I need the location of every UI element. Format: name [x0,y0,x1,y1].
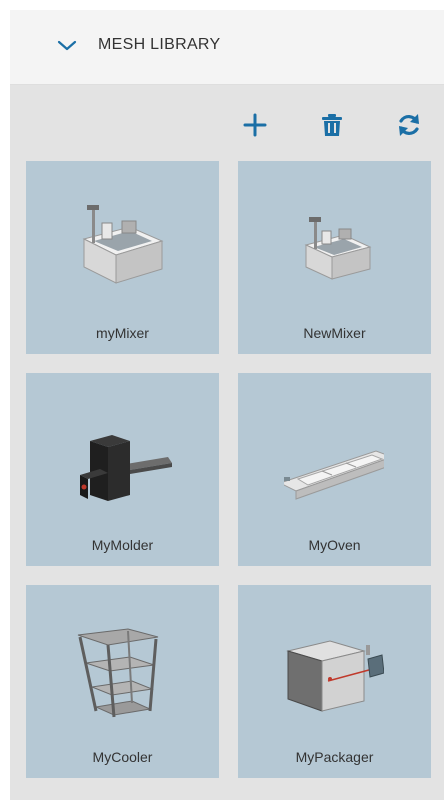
refresh-icon [399,114,419,136]
mesh-card-newmixer[interactable]: NewMixer [238,161,431,354]
mesh-library-header[interactable]: MESH LIBRARY [10,10,444,85]
mesh-card-label: NewMixer [303,325,366,341]
mixer-model-icon [304,217,372,280]
mesh-library-panel: MESH LIBRARY myMixer NewMixer MyMolder M… [10,10,444,800]
mesh-card-mymolder[interactable]: MyMolder [26,373,219,566]
mesh-card-mycooler[interactable]: MyCooler [26,585,219,778]
mesh-card-mypackager[interactable]: MyPackager [238,585,431,778]
mesh-card-label: myMixer [96,325,149,341]
chevron-down-icon[interactable] [55,34,79,58]
packager-model-icon [286,640,384,712]
mesh-card-label: MyMolder [91,537,154,553]
refresh-library-button[interactable] [392,108,426,142]
trash-icon [322,114,342,136]
cooler-rack-model-icon [77,628,159,718]
add-mesh-button[interactable] [238,108,272,142]
mesh-card-myoven[interactable]: MyOven [238,373,431,566]
delete-mesh-button[interactable] [315,108,349,142]
oven-model-icon [284,450,384,500]
plus-icon [243,113,267,137]
mesh-card-label: MyOven [308,537,361,553]
molder-model-icon [80,435,172,501]
library-toolbar [10,108,444,142]
mixer-model-icon [82,205,164,284]
mesh-card-label: MyPackager [295,749,374,765]
mesh-card-mymixer[interactable]: myMixer [26,161,219,354]
mesh-card-label: MyCooler [92,749,153,765]
panel-title: MESH LIBRARY [98,36,221,53]
